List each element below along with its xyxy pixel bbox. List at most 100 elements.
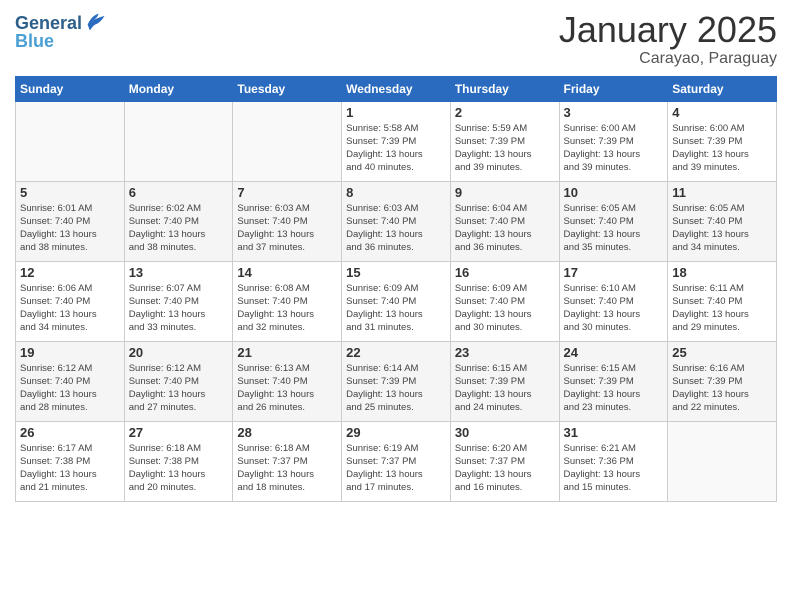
day-number: 24 — [564, 345, 664, 360]
calendar-cell — [124, 101, 233, 181]
calendar-cell: 19Sunrise: 6:12 AM Sunset: 7:40 PM Dayli… — [16, 341, 125, 421]
day-info: Sunrise: 6:10 AM Sunset: 7:40 PM Dayligh… — [564, 282, 664, 335]
day-info: Sunrise: 6:17 AM Sunset: 7:38 PM Dayligh… — [20, 442, 120, 495]
location-subtitle: Carayao, Paraguay — [559, 50, 777, 68]
calendar-cell: 30Sunrise: 6:20 AM Sunset: 7:37 PM Dayli… — [450, 421, 559, 501]
calendar-cell: 15 Sunrise: 6:09 AM Sunset: 7:40 PM Dayli… — [342, 261, 451, 341]
calendar-cell: 7 Sunrise: 6:03 AM Sunset: 7:40 PM Daylig… — [233, 181, 342, 261]
calendar-cell: 25 Sunrise: 6:16 AM Sunset: 7:39 PM Dayli… — [668, 341, 777, 421]
calendar-cell: 4 Sunrise: 6:00 AM Sunset: 7:39 PM Daylig… — [668, 101, 777, 181]
calendar-cell: 8Sunrise: 6:03 AM Sunset: 7:40 PM Daylig… — [342, 181, 451, 261]
day-info: Sunrise: 6:12 AM Sunset: 7:40 PM Dayligh… — [129, 362, 229, 415]
logo-text-blue: Blue — [15, 31, 54, 51]
day-info: Sunrise: 6:03 AM Sunset: 7:40 PM Dayligh… — [237, 202, 337, 255]
day-info: Sunrise: 6:16 AM Sunset: 7:39 PM Dayligh… — [672, 362, 772, 415]
day-number: 29 — [346, 425, 446, 440]
column-header-saturday: Saturday — [668, 76, 777, 101]
day-info: Sunrise: 6:05 AM Sunset: 7:40 PM Dayligh… — [672, 202, 772, 255]
day-number: 28 — [237, 425, 337, 440]
day-number: 3 — [564, 105, 664, 120]
calendar-table: SundayMondayTuesdayWednesdayThursdayFrid… — [15, 76, 777, 502]
day-number: 18 — [672, 265, 772, 280]
day-number: 16 — [455, 265, 555, 280]
calendar-cell — [233, 101, 342, 181]
day-info: Sunrise: 6:08 AM Sunset: 7:40 PM Dayligh… — [237, 282, 337, 335]
day-number: 10 — [564, 185, 664, 200]
calendar-cell: 20 Sunrise: 6:12 AM Sunset: 7:40 PM Dayli… — [124, 341, 233, 421]
day-number: 12 — [20, 265, 120, 280]
day-info: Sunrise: 6:20 AM Sunset: 7:37 PM Dayligh… — [455, 442, 555, 495]
day-number: 14 — [237, 265, 337, 280]
calendar-cell: 23Sunrise: 6:15 AM Sunset: 7:39 PM Dayli… — [450, 341, 559, 421]
day-number: 2 — [455, 105, 555, 120]
week-row-4: 19Sunrise: 6:12 AM Sunset: 7:40 PM Dayli… — [16, 341, 777, 421]
day-info: Sunrise: 6:13 AM Sunset: 7:40 PM Dayligh… — [237, 362, 337, 415]
week-row-2: 5 Sunrise: 6:01 AM Sunset: 7:40 PM Daylig… — [16, 181, 777, 261]
day-info: Sunrise: 6:06 AM Sunset: 7:40 PM Dayligh… — [20, 282, 120, 335]
day-info: Sunrise: 6:09 AM Sunset: 7:40 PM Dayligh… — [346, 282, 446, 335]
day-number: 27 — [129, 425, 229, 440]
calendar-cell: 22 Sunrise: 6:14 AM Sunset: 7:39 PM Dayli… — [342, 341, 451, 421]
day-info: Sunrise: 6:12 AM Sunset: 7:40 PM Dayligh… — [20, 362, 120, 415]
calendar-cell: 2 Sunrise: 5:59 AM Sunset: 7:39 PM Daylig… — [450, 101, 559, 181]
calendar-cell: 21 Sunrise: 6:13 AM Sunset: 7:40 PM Dayli… — [233, 341, 342, 421]
day-info: Sunrise: 6:19 AM Sunset: 7:37 PM Dayligh… — [346, 442, 446, 495]
month-title: January 2025 — [559, 10, 777, 50]
day-number: 15 — [346, 265, 446, 280]
day-info: Sunrise: 6:02 AM Sunset: 7:40 PM Dayligh… — [129, 202, 229, 255]
calendar-cell: 26Sunrise: 6:17 AM Sunset: 7:38 PM Dayli… — [16, 421, 125, 501]
day-info: Sunrise: 6:15 AM Sunset: 7:39 PM Dayligh… — [564, 362, 664, 415]
calendar-cell: 18Sunrise: 6:11 AM Sunset: 7:40 PM Dayli… — [668, 261, 777, 341]
day-number: 13 — [129, 265, 229, 280]
day-number: 11 — [672, 185, 772, 200]
day-info: Sunrise: 6:00 AM Sunset: 7:39 PM Dayligh… — [564, 122, 664, 175]
calendar-cell: 14 Sunrise: 6:08 AM Sunset: 7:40 PM Dayli… — [233, 261, 342, 341]
calendar-cell: 12 Sunrise: 6:06 AM Sunset: 7:40 PM Dayli… — [16, 261, 125, 341]
calendar-cell: 10 Sunrise: 6:05 AM Sunset: 7:40 PM Dayli… — [559, 181, 668, 261]
day-info: Sunrise: 6:00 AM Sunset: 7:39 PM Dayligh… — [672, 122, 772, 175]
calendar-cell: 24 Sunrise: 6:15 AM Sunset: 7:39 PM Dayli… — [559, 341, 668, 421]
day-number: 6 — [129, 185, 229, 200]
day-number: 8 — [346, 185, 446, 200]
column-header-sunday: Sunday — [16, 76, 125, 101]
day-number: 5 — [20, 185, 120, 200]
calendar-cell — [16, 101, 125, 181]
day-info: Sunrise: 6:07 AM Sunset: 7:40 PM Dayligh… — [129, 282, 229, 335]
day-info: Sunrise: 6:01 AM Sunset: 7:40 PM Dayligh… — [20, 202, 120, 255]
logo: General Blue — [15, 14, 106, 52]
week-row-1: 1Sunrise: 5:58 AM Sunset: 7:39 PM Daylig… — [16, 101, 777, 181]
day-number: 4 — [672, 105, 772, 120]
header: General Blue January 2025 Carayao, Parag… — [15, 10, 777, 68]
calendar-cell: 16 Sunrise: 6:09 AM Sunset: 7:40 PM Dayli… — [450, 261, 559, 341]
day-info: Sunrise: 6:21 AM Sunset: 7:36 PM Dayligh… — [564, 442, 664, 495]
calendar-cell: 27 Sunrise: 6:18 AM Sunset: 7:38 PM Dayli… — [124, 421, 233, 501]
day-number: 22 — [346, 345, 446, 360]
day-info: Sunrise: 6:04 AM Sunset: 7:40 PM Dayligh… — [455, 202, 555, 255]
day-number: 31 — [564, 425, 664, 440]
day-number: 21 — [237, 345, 337, 360]
day-info: Sunrise: 5:59 AM Sunset: 7:39 PM Dayligh… — [455, 122, 555, 175]
calendar-cell: 13 Sunrise: 6:07 AM Sunset: 7:40 PM Dayli… — [124, 261, 233, 341]
title-block: January 2025 Carayao, Paraguay — [559, 10, 777, 68]
day-info: Sunrise: 6:15 AM Sunset: 7:39 PM Dayligh… — [455, 362, 555, 415]
calendar-page: General Blue January 2025 Carayao, Parag… — [0, 0, 792, 612]
calendar-cell — [668, 421, 777, 501]
column-header-friday: Friday — [559, 76, 668, 101]
day-info: Sunrise: 6:14 AM Sunset: 7:39 PM Dayligh… — [346, 362, 446, 415]
column-header-thursday: Thursday — [450, 76, 559, 101]
column-header-wednesday: Wednesday — [342, 76, 451, 101]
calendar-cell: 31 Sunrise: 6:21 AM Sunset: 7:36 PM Dayli… — [559, 421, 668, 501]
day-info: Sunrise: 6:09 AM Sunset: 7:40 PM Dayligh… — [455, 282, 555, 335]
week-row-5: 26Sunrise: 6:17 AM Sunset: 7:38 PM Dayli… — [16, 421, 777, 501]
day-info: Sunrise: 6:05 AM Sunset: 7:40 PM Dayligh… — [564, 202, 664, 255]
logo-bird-icon — [84, 10, 106, 32]
day-number: 25 — [672, 345, 772, 360]
day-info: Sunrise: 6:18 AM Sunset: 7:38 PM Dayligh… — [129, 442, 229, 495]
day-number: 7 — [237, 185, 337, 200]
calendar-cell: 1Sunrise: 5:58 AM Sunset: 7:39 PM Daylig… — [342, 101, 451, 181]
calendar-cell: 28Sunrise: 6:18 AM Sunset: 7:37 PM Dayli… — [233, 421, 342, 501]
calendar-cell: 9Sunrise: 6:04 AM Sunset: 7:40 PM Daylig… — [450, 181, 559, 261]
day-number: 20 — [129, 345, 229, 360]
calendar-cell: 6 Sunrise: 6:02 AM Sunset: 7:40 PM Daylig… — [124, 181, 233, 261]
header-row: SundayMondayTuesdayWednesdayThursdayFrid… — [16, 76, 777, 101]
